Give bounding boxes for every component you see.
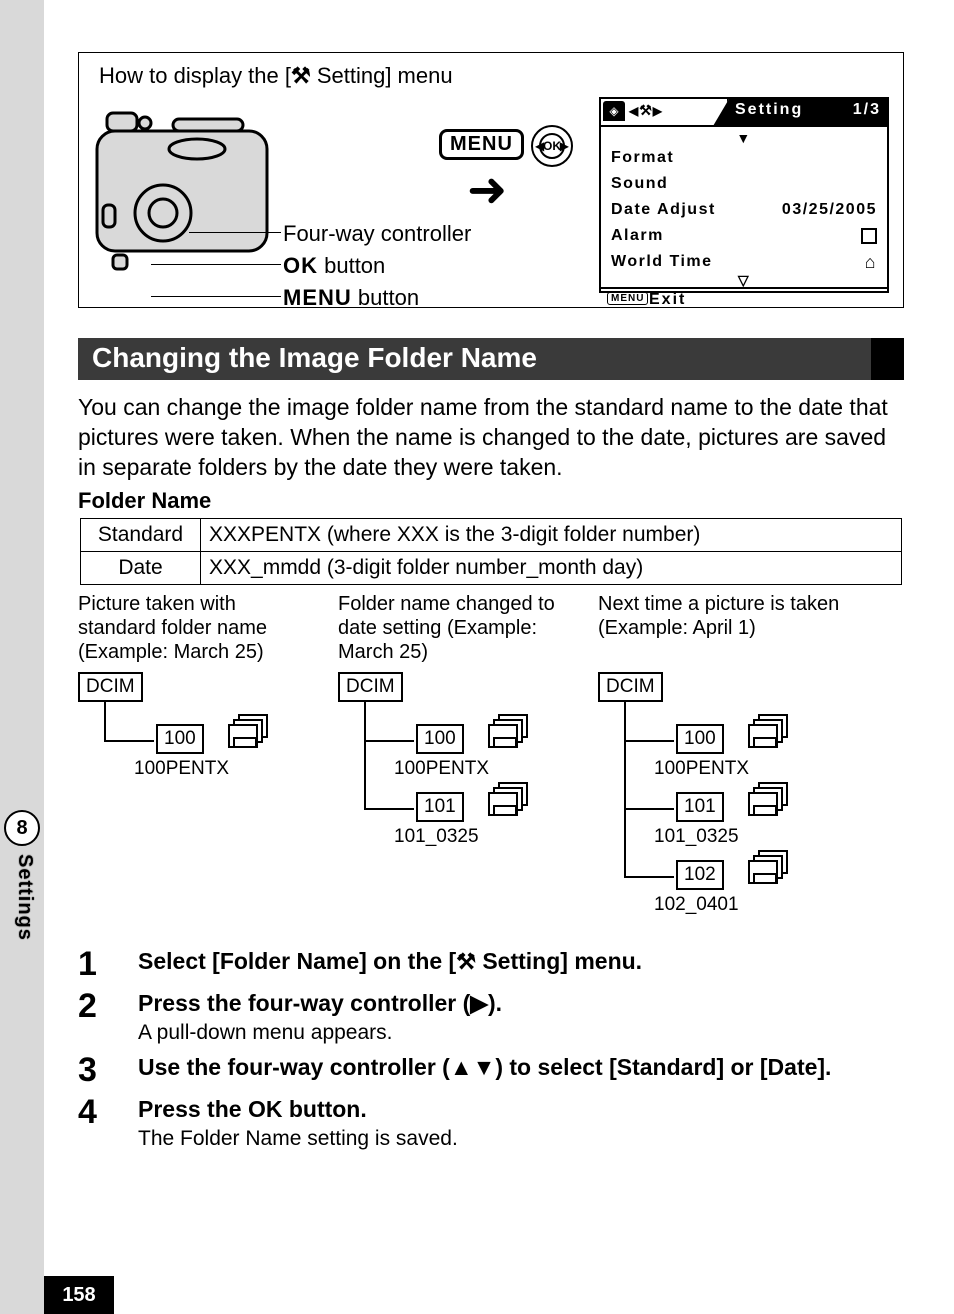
dcim-node: DCIM: [598, 672, 663, 702]
table-cell: Date: [81, 552, 201, 585]
folder-label: 101_0325: [394, 826, 479, 848]
pointer-line: [151, 264, 281, 265]
table-cell: XXX_mmdd (3-digit folder number_month da…: [201, 552, 902, 585]
sub-heading: Folder Name: [78, 488, 211, 514]
pointer-line: [151, 296, 281, 297]
dcim-node: DCIM: [338, 672, 403, 702]
triangle-right-icon: ▶: [560, 139, 569, 153]
tool-icon: ⚒: [291, 63, 311, 88]
pointer-line: [189, 232, 281, 233]
scroll-down-hollow-icon: ▽: [611, 275, 877, 287]
step-heading: Press the OK button.: [138, 1094, 904, 1124]
folder-name-table: Standard XXXPENTX (where XXX is the 3-di…: [80, 518, 902, 585]
step-description: The Folder Name setting is saved.: [138, 1126, 904, 1152]
step-heading: Select [Folder Name] on the [⚒ Setting] …: [138, 946, 904, 977]
camera-tab-icon: ◈: [603, 101, 625, 121]
step-heading: Press the four-way controller (▶).: [138, 988, 904, 1018]
arrow-right-icon: ➜: [467, 171, 507, 211]
menu-button-icon: MENU: [439, 129, 524, 160]
folder-node: 101: [676, 792, 724, 822]
dcim-node: DCIM: [78, 672, 143, 702]
folder-node: 100: [416, 724, 464, 754]
intro-text: You can change the image folder name fro…: [78, 392, 904, 482]
folder-node: 100: [156, 724, 204, 754]
menu-item-format: Format: [611, 149, 674, 167]
folder-label: 101_0325: [654, 826, 739, 848]
scroll-down-icon: ▼: [611, 133, 877, 145]
tool-icon: ⚒: [456, 949, 476, 974]
howto-box: How to display the [⚒ Setting] menu Four…: [78, 52, 904, 308]
ok-button-icon: ◀ OK ▶: [531, 125, 573, 167]
section-heading: Changing the Image Folder Name: [78, 338, 904, 380]
lcd-page-indicator: 1/3: [853, 101, 881, 119]
camera-illustration: [93, 105, 283, 285]
side-tab: 8 Settings: [0, 810, 44, 960]
lcd-screen: ◈ ◀⚒▶ Setting 1/3 ▼ Format Sound Date Ad…: [599, 97, 889, 293]
folder-node: 101: [416, 792, 464, 822]
folder-node: 100: [676, 724, 724, 754]
folder-node: 102: [676, 860, 724, 890]
step-3: 3 Use the four-way controller (▲▼) to se…: [78, 1052, 904, 1088]
menu-item-date-adjust: Date Adjust: [611, 201, 716, 219]
label-four-way: Four-way controller: [283, 221, 471, 247]
diagram-caption: Picture taken with standard folder name …: [78, 592, 318, 666]
folder-label: 100PENTX: [394, 758, 489, 780]
table-cell: XXXPENTX (where XXX is the 3-digit folde…: [201, 519, 902, 552]
folder-label: 102_0401: [654, 894, 739, 916]
folder-label: 100PENTX: [654, 758, 749, 780]
steps-list: 1 Select [Folder Name] on the [⚒ Setting…: [78, 946, 904, 1158]
step-number: 2: [78, 988, 138, 1046]
checkbox-icon: [861, 228, 877, 244]
step-number: 1: [78, 946, 138, 982]
table-row: Standard XXXPENTX (where XXX is the 3-di…: [81, 519, 902, 552]
home-icon: ⌂: [865, 252, 877, 273]
step-4: 4 Press the OK button. The Folder Name s…: [78, 1094, 904, 1152]
triangle-left-icon: ◀: [535, 139, 544, 153]
step-number: 4: [78, 1094, 138, 1152]
label-ok-button: OK button: [283, 253, 385, 279]
diagram-col-3: Next time a picture is taken (Example: A…: [598, 592, 878, 672]
menu-item-alarm: Alarm: [611, 227, 664, 245]
step-description: A pull-down menu appears.: [138, 1020, 904, 1046]
table-row: Date XXX_mmdd (3-digit folder number_mon…: [81, 552, 902, 585]
folder-diagram-block: Picture taken with standard folder name …: [78, 592, 904, 928]
menu-value-date: 03/25/2005: [782, 201, 877, 219]
diagram-caption: Folder name changed to date setting (Exa…: [338, 592, 578, 666]
page: How to display the [⚒ Setting] menu Four…: [44, 0, 954, 1314]
menu-chip-icon: MENU: [607, 292, 648, 305]
menu-item-world-time: World Time: [611, 253, 713, 271]
menu-item-sound: Sound: [611, 175, 668, 193]
howto-title: How to display the [⚒ Setting] menu: [99, 63, 453, 89]
step-heading: Use the four-way controller (▲▼) to sele…: [138, 1052, 904, 1082]
exit-label: Exit: [649, 291, 686, 309]
diagram-caption: Next time a picture is taken (Example: A…: [598, 592, 878, 666]
step-number: 3: [78, 1052, 138, 1088]
step-1: 1 Select [Folder Name] on the [⚒ Setting…: [78, 946, 904, 982]
step-2: 2 Press the four-way controller (▶). A p…: [78, 988, 904, 1046]
diagram-col-2: Folder name changed to date setting (Exa…: [338, 592, 578, 672]
page-number: 158: [44, 1276, 114, 1314]
diagram-col-1: Picture taken with standard folder name …: [78, 592, 318, 672]
chapter-number: 8: [4, 810, 40, 846]
chapter-label: Settings: [6, 854, 36, 954]
folder-label: 100PENTX: [134, 758, 229, 780]
lcd-title: Setting: [735, 101, 803, 119]
label-menu-button: MENU button: [283, 285, 419, 311]
setting-tab: ◀⚒▶: [629, 102, 663, 119]
table-cell: Standard: [81, 519, 201, 552]
